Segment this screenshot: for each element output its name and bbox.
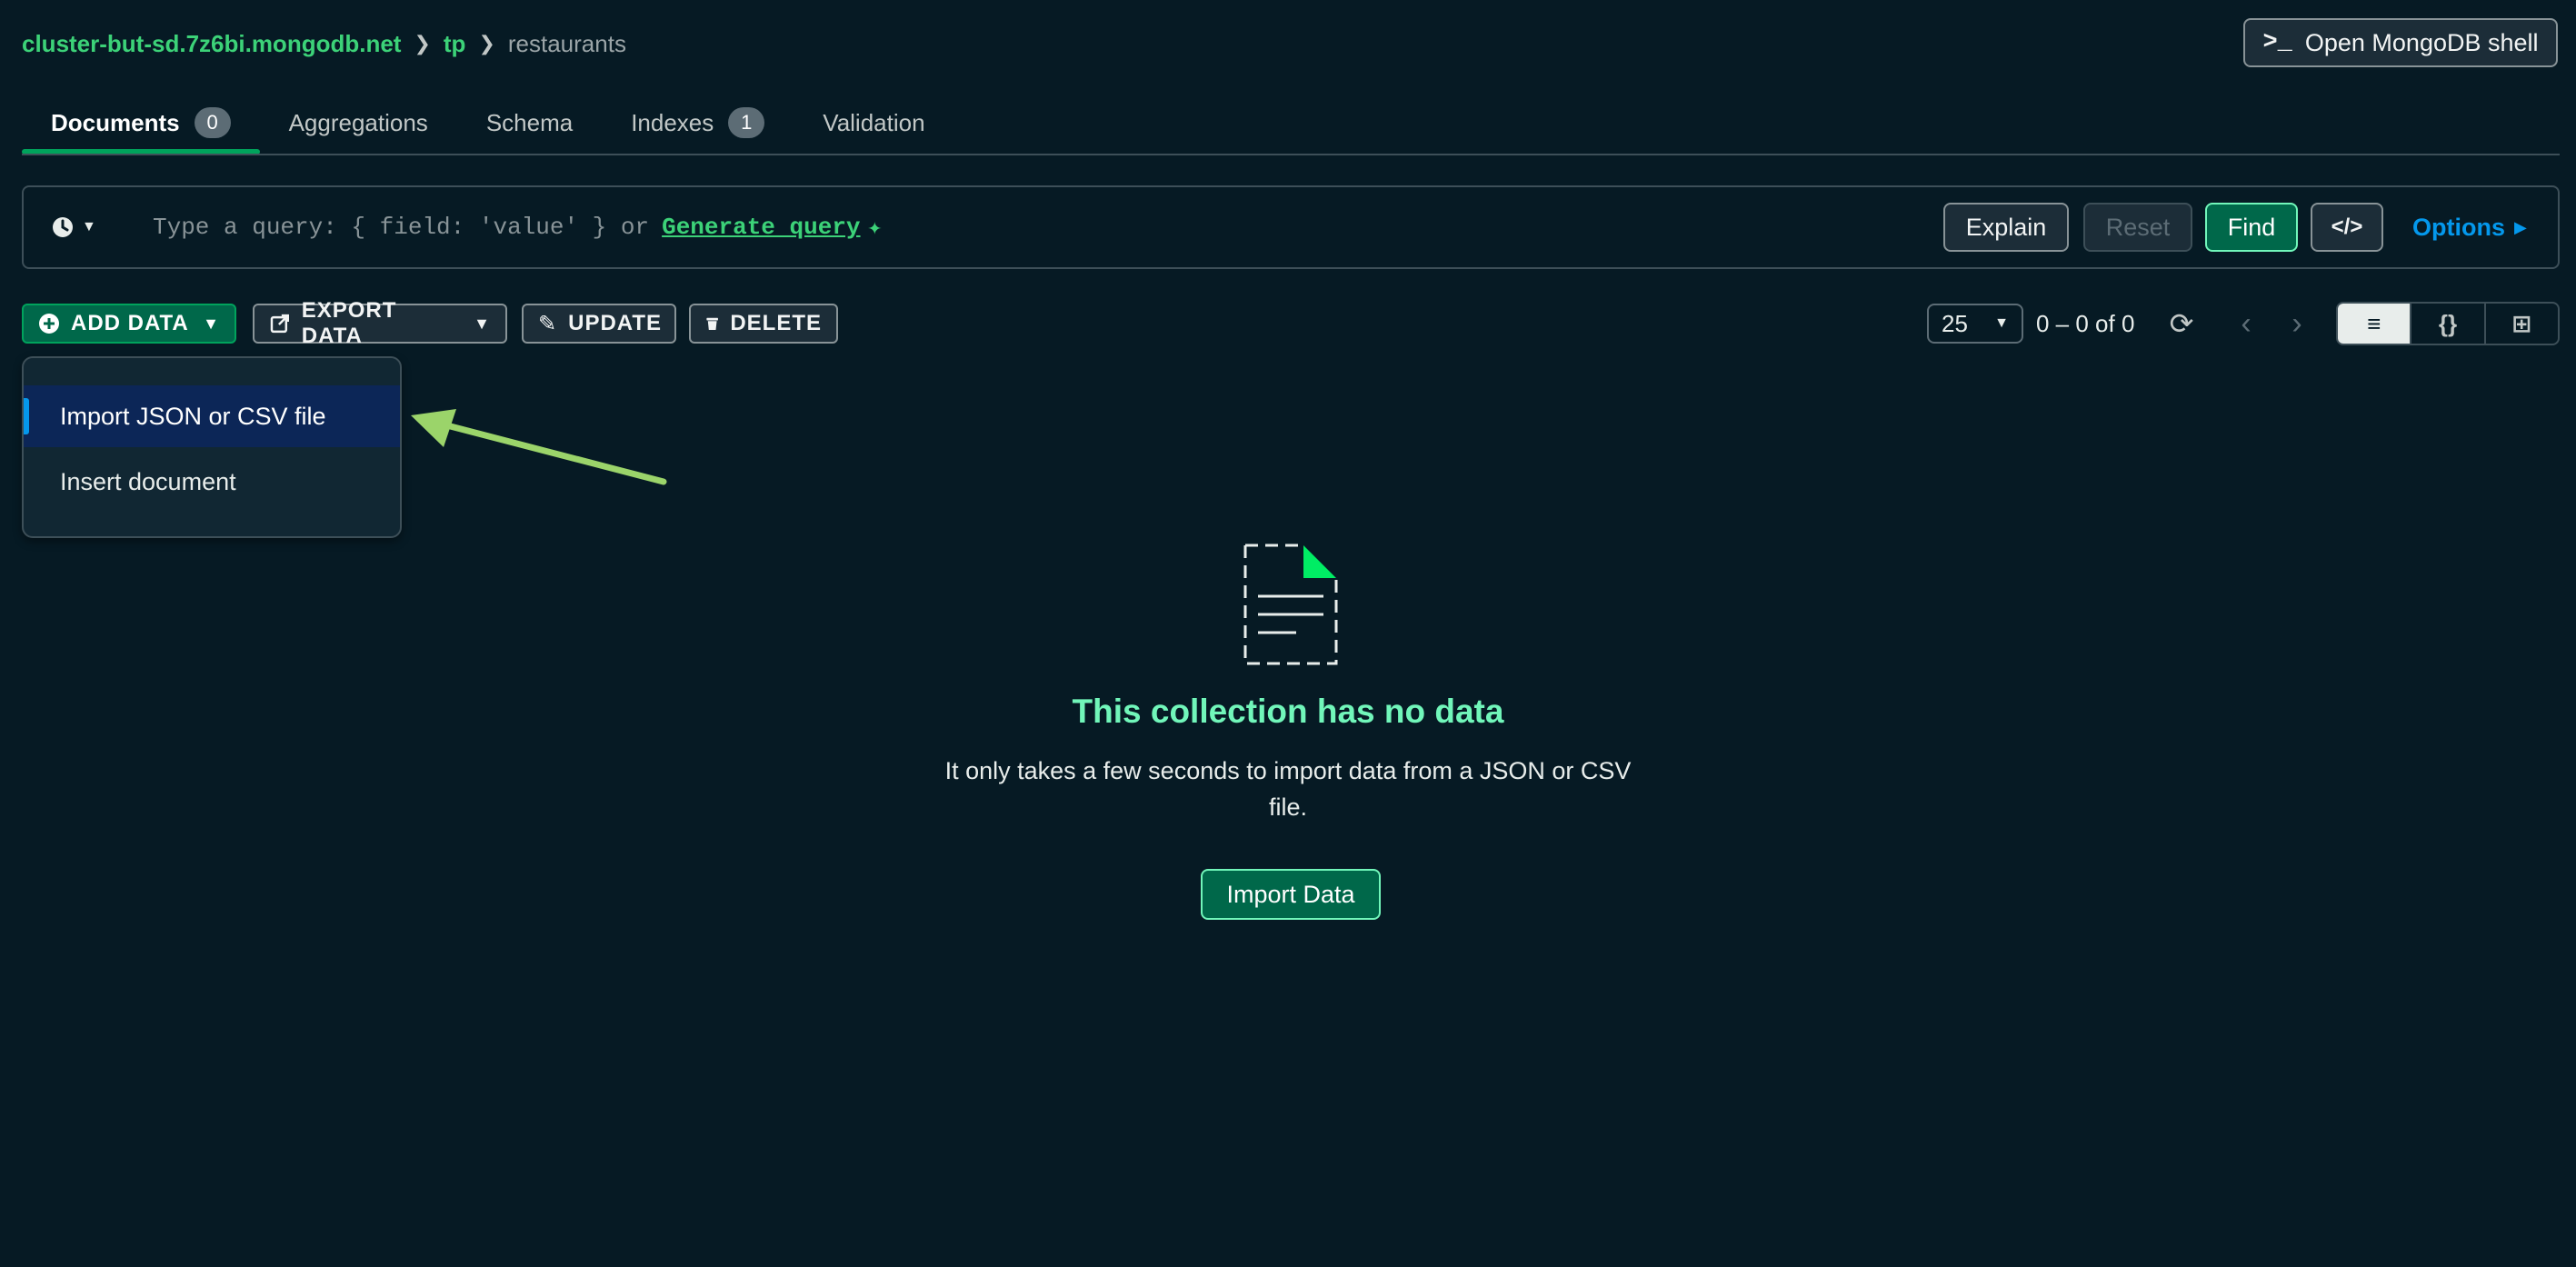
page-size-select[interactable]: 25 ▼	[1927, 304, 2023, 344]
export-data-label: EXPORT DATA	[301, 298, 397, 348]
tabs-divider	[22, 154, 2560, 155]
tab-aggregations[interactable]: Aggregations	[260, 91, 457, 155]
plus-circle-icon	[39, 314, 59, 334]
view-mode-switcher: ≡ {} ⊞	[2336, 302, 2560, 345]
empty-document-icon	[1243, 544, 1338, 665]
table-view-icon[interactable]: ⊞	[2483, 304, 2558, 344]
annotation-arrow-icon	[411, 409, 667, 485]
chevron-right-icon: ❯	[478, 32, 495, 55]
page-size-value: 25	[1942, 309, 1968, 337]
sparkle-icon: ✦	[867, 214, 883, 242]
terminal-icon: >_	[2262, 29, 2292, 56]
chevron-right-icon: ❯	[414, 32, 431, 55]
breadcrumb: cluster-but-sd.7z6bi.mongodb.net ❯ tp ❯ …	[22, 25, 626, 62]
breadcrumb-database[interactable]: tp	[444, 30, 466, 58]
tab-label: Validation	[823, 108, 925, 136]
caret-down-icon: ▼	[1994, 315, 2009, 331]
add-data-button[interactable]: ADD DATA ▼	[22, 304, 236, 344]
options-toggle[interactable]: Options ▶	[2412, 203, 2527, 252]
delete-button[interactable]: DELETE	[689, 304, 838, 344]
previous-page-icon[interactable]: ‹	[2231, 304, 2261, 344]
tab-validation[interactable]: Validation	[794, 91, 954, 155]
reset-button[interactable]: Reset	[2083, 203, 2192, 252]
open-shell-label: Open MongoDB shell	[2304, 28, 2539, 56]
query-input[interactable]: Type a query: { field: 'value' } or Gene…	[153, 209, 882, 245]
caret-right-icon: ▶	[2514, 217, 2527, 236]
clock-icon	[53, 217, 73, 237]
query-history-button[interactable]: ▼	[51, 209, 105, 245]
json-view-icon[interactable]: {}	[2410, 304, 2483, 344]
generate-query-link[interactable]: Generate query	[662, 214, 860, 241]
caret-down-icon: ▼	[82, 219, 96, 234]
export-code-button[interactable]: </>	[2311, 203, 2383, 252]
delete-label: DELETE	[730, 311, 822, 335]
list-view-icon[interactable]: ≡	[2338, 304, 2411, 344]
tab-documents[interactable]: Documents 0	[22, 91, 260, 155]
tab-schema[interactable]: Schema	[457, 91, 602, 155]
tab-label: Aggregations	[288, 108, 428, 136]
empty-state-description: It only takes a few seconds to import da…	[944, 757, 1632, 821]
breadcrumb-collection: restaurants	[507, 29, 626, 57]
update-button[interactable]: ✎ UPDATE	[522, 304, 676, 344]
tab-label: Documents	[51, 108, 180, 136]
find-button[interactable]: Find	[2205, 203, 2298, 252]
menu-item-import-file[interactable]: Import JSON or CSV file	[24, 385, 400, 447]
pencil-icon: ✎	[538, 311, 558, 336]
documents-count-badge: 0	[194, 107, 231, 138]
options-label: Options	[2412, 213, 2505, 241]
pagination-range: 0 – 0 of 0	[2036, 309, 2135, 337]
update-label: UPDATE	[568, 311, 662, 335]
refresh-icon[interactable]: ⟳	[2163, 304, 2200, 344]
breadcrumb-cluster[interactable]: cluster-but-sd.7z6bi.mongodb.net	[22, 30, 401, 58]
empty-state-title: This collection has no data	[1072, 693, 1504, 730]
add-data-label: ADD DATA	[71, 311, 189, 335]
explain-button[interactable]: Explain	[1943, 203, 2069, 252]
tab-label: Indexes	[631, 108, 714, 136]
trash-icon	[706, 317, 718, 330]
add-data-menu: Import JSON or CSV file Insert document	[22, 356, 402, 538]
indexes-count-badge: 1	[728, 107, 765, 138]
export-icon	[270, 314, 290, 334]
tab-indexes[interactable]: Indexes 1	[602, 91, 794, 155]
collection-tabs: Documents 0 Aggregations Schema Indexes …	[22, 91, 954, 155]
import-data-button[interactable]: Import Data	[1201, 869, 1381, 920]
query-placeholder: Type a query: { field: 'value' } or	[153, 214, 650, 241]
export-data-button[interactable]: EXPORT DATA ▼	[253, 298, 507, 348]
menu-item-insert-document[interactable]: Insert document	[24, 451, 400, 513]
next-page-icon[interactable]: ›	[2281, 304, 2312, 344]
tab-label: Schema	[485, 108, 574, 136]
caret-down-icon: ▼	[203, 314, 220, 333]
open-shell-button[interactable]: >_ Open MongoDB shell	[2243, 18, 2558, 67]
query-bar: ▼ Type a query: { field: 'value' } or Ge…	[22, 185, 2560, 269]
caret-down-icon: ▼	[474, 314, 491, 333]
